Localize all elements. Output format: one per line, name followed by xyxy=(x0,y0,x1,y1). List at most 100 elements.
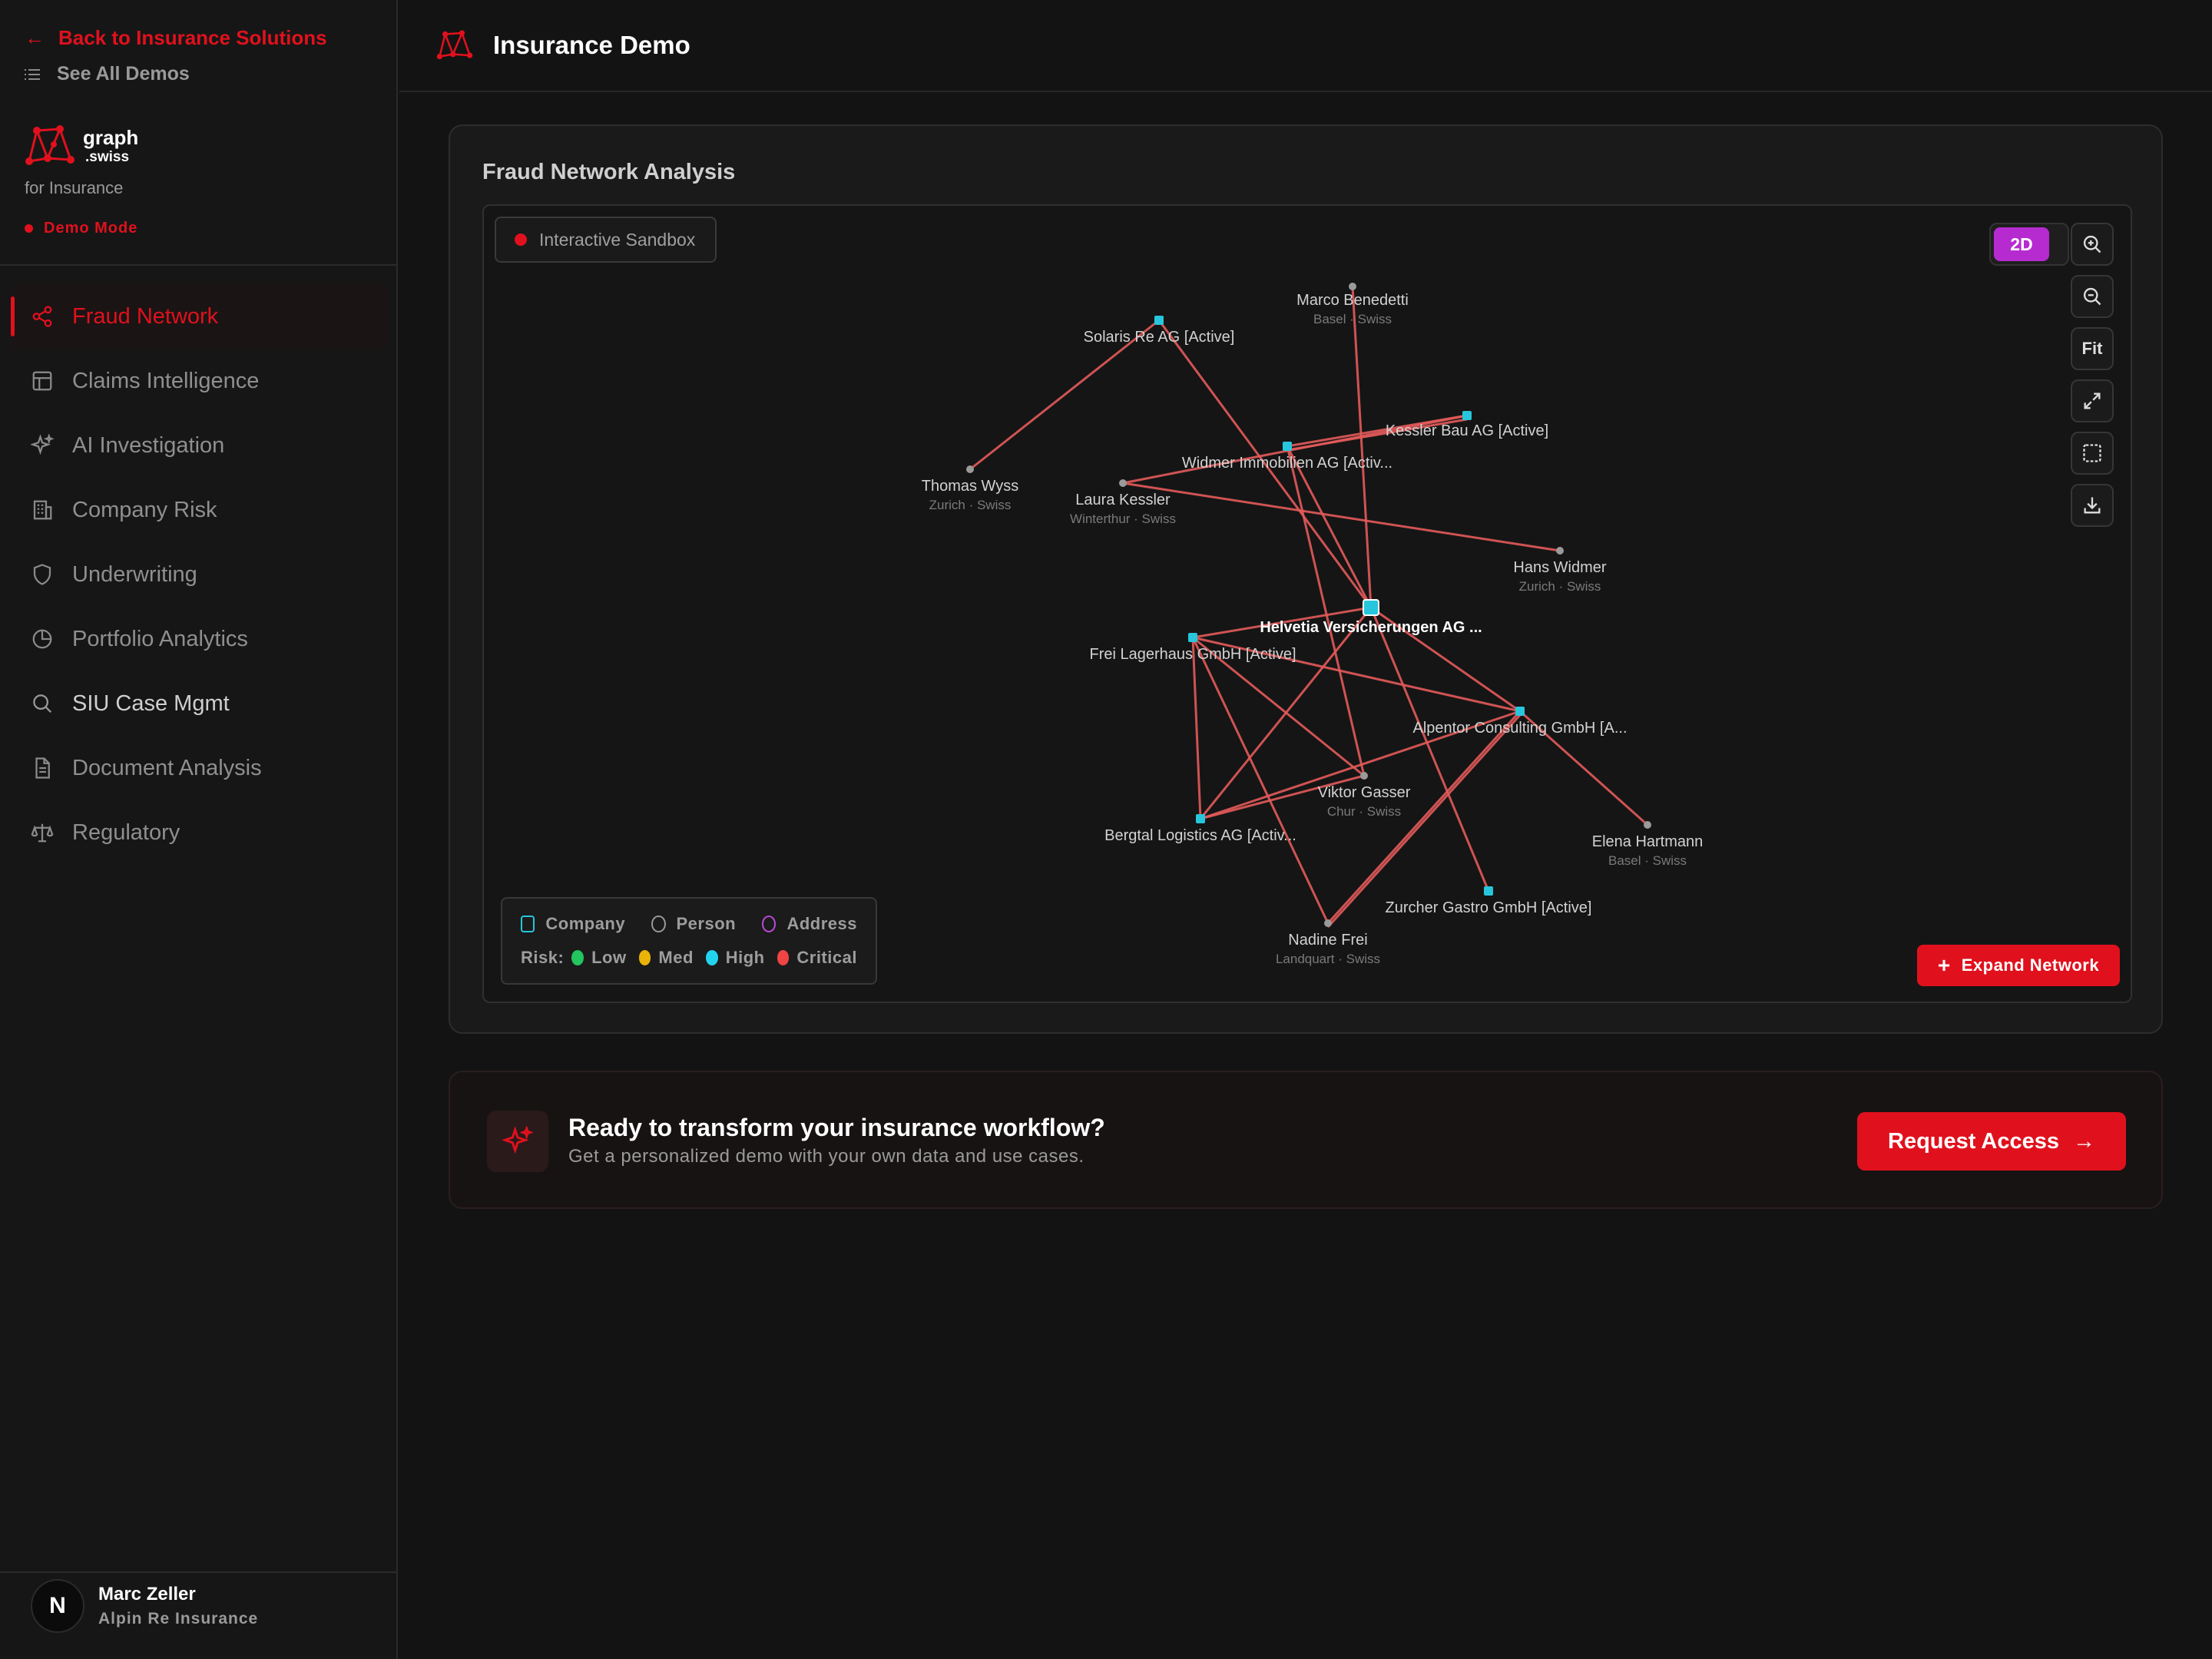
graph-node-alpentor[interactable]: Alpentor Consulting GmbH [A... xyxy=(1412,707,1628,737)
see-all-demos-link[interactable]: See All Demos xyxy=(25,63,190,85)
sidebar-item-label: Underwriting xyxy=(72,561,197,587)
card-title: Fraud Network Analysis xyxy=(482,160,736,184)
company-square-icon xyxy=(521,916,535,932)
expand-network-label: Expand Network xyxy=(1961,955,2100,975)
sidebar-item-label: Company Risk xyxy=(72,497,217,522)
graph-node-kessler-bau[interactable]: Kessler Bau AG [Active] xyxy=(1386,411,1548,439)
sidebar-item-portfolio-analytics[interactable]: Portfolio Analytics xyxy=(11,607,387,671)
graph-logo-icon xyxy=(25,125,75,165)
network-graph[interactable]: Marco Benedetti Basel · Swiss Solaris Re A… xyxy=(482,204,2132,1003)
graph-node-sublabel: Chur · Swiss xyxy=(1327,804,1401,819)
sidebar-item-label: Regulatory xyxy=(72,820,180,845)
graph-node-label: Marco Benedetti xyxy=(1296,292,1409,309)
demo-mode-badge: Demo Mode xyxy=(25,220,137,237)
company-node-shape xyxy=(1363,599,1379,616)
graph-node-thomas[interactable]: Thomas Wyss Zurich · Swiss xyxy=(922,465,1019,512)
zoom-in-button[interactable] xyxy=(2071,223,2114,266)
zoom-out-button[interactable] xyxy=(2071,275,2114,318)
back-to-solutions-link[interactable]: ← Back to Insurance Solutions xyxy=(25,26,327,50)
sidebar-item-siu-case-mgmt[interactable]: SIU Case Mgmt xyxy=(11,671,387,736)
user-name: Marc Zeller xyxy=(98,1584,196,1604)
view-mode-toggle[interactable]: 2D xyxy=(1989,223,2069,266)
brand-suffix: .swiss xyxy=(85,149,130,165)
select-area-button[interactable] xyxy=(2071,432,2114,475)
download-button[interactable] xyxy=(2071,484,2114,527)
graph-node-sublabel: Zurich · Swiss xyxy=(1519,579,1601,594)
person-node-shape xyxy=(966,465,974,473)
graph-node-sublabel: Basel · Swiss xyxy=(1608,853,1687,868)
sidebar-item-fraud-network[interactable]: Fraud Network xyxy=(11,284,387,349)
demo-mode-label: Demo Mode xyxy=(44,220,138,237)
company-node-shape xyxy=(1154,316,1164,325)
graph-edge xyxy=(1191,637,1202,820)
sidebar-item-company-risk[interactable]: Company Risk xyxy=(11,478,387,542)
selection-box-icon xyxy=(2083,444,2101,462)
sidebar-item-label: Portfolio Analytics xyxy=(72,626,248,651)
user-profile[interactable]: N Marc Zeller Alpin Re Insurance xyxy=(31,1579,258,1633)
graph-edge xyxy=(1369,607,1490,892)
graph-logo-icon xyxy=(436,30,473,60)
plus-icon: + xyxy=(1937,953,1951,977)
sidebar-item-regulatory[interactable]: Regulatory xyxy=(11,800,387,865)
expand-network-button[interactable]: + Expand Network xyxy=(1917,945,2120,986)
sidebar-item-underwriting[interactable]: Underwriting xyxy=(11,542,387,607)
request-access-label: Request Access xyxy=(1888,1128,2059,1154)
page-title: Insurance Demo xyxy=(493,31,690,59)
network-graph-canvas[interactable]: Marco Benedetti Basel · Swiss Solaris Re A… xyxy=(484,206,2132,1003)
cta-title: Ready to transform your insurance workfl… xyxy=(568,1114,1105,1141)
graph-edge xyxy=(1191,637,1330,924)
legend-risk-low: Low xyxy=(591,948,627,967)
graph-node-nadine[interactable]: Nadine Frei Landquart · Swiss xyxy=(1276,919,1380,966)
fit-button[interactable]: Fit xyxy=(2071,327,2114,370)
graph-node-frei[interactable]: Frei Lagerhaus GmbH [Active] xyxy=(1090,633,1296,663)
company-node-shape xyxy=(1484,886,1493,896)
graph-node-marco[interactable]: Marco Benedetti Basel · Swiss xyxy=(1296,283,1409,326)
graph-node-label: Bergtal Logistics AG [Activ... xyxy=(1104,827,1296,844)
graph-node-label: Laura Kessler xyxy=(1075,492,1171,508)
see-all-demos-label: See All Demos xyxy=(57,63,190,84)
graph-node-laura[interactable]: Laura Kessler Winterthur · Swiss xyxy=(1070,479,1176,526)
company-node-shape xyxy=(1515,707,1525,716)
graph-node-elena[interactable]: Elena Hartmann Basel · Swiss xyxy=(1592,821,1704,868)
graph-node-sublabel: Zurich · Swiss xyxy=(929,498,1012,512)
sidebar-item-ai-investigation[interactable]: AI Investigation xyxy=(11,413,387,478)
request-access-button[interactable]: Request Access → xyxy=(1857,1112,2126,1171)
status-dot-icon xyxy=(25,224,33,233)
graph-node-zurcher[interactable]: Zurcher Gastro GmbH [Active] xyxy=(1386,886,1592,916)
graph-node-label: Hans Widmer xyxy=(1513,559,1606,576)
sidebar-item-claims-intelligence[interactable]: Claims Intelligence xyxy=(11,349,387,413)
cta-banner: Ready to transform your insurance workfl… xyxy=(449,1071,2163,1209)
graph-node-label: Nadine Frei xyxy=(1288,932,1367,949)
graph-node-viktor[interactable]: Viktor Gasser Chur · Swiss xyxy=(1318,772,1411,819)
legend-address: Address xyxy=(786,914,858,933)
sandbox-label: Interactive Sandbox xyxy=(539,229,696,250)
graph-node-solaris[interactable]: Solaris Re AG [Active] xyxy=(1084,316,1235,346)
legend-risk-label: Risk: xyxy=(521,948,565,967)
status-dot-icon xyxy=(515,233,527,246)
person-node-shape xyxy=(1349,283,1356,290)
download-icon xyxy=(2084,497,2101,514)
view-2d-button[interactable]: 2D xyxy=(1994,227,2049,261)
sidebar-item-document-analysis[interactable]: Document Analysis xyxy=(11,736,387,800)
scale-icon xyxy=(31,823,54,843)
avatar: N xyxy=(31,1579,84,1633)
company-node-shape xyxy=(1283,442,1292,451)
graph-node-hans[interactable]: Hans Widmer Zurich · Swiss xyxy=(1513,547,1607,594)
graph-node-helvetia[interactable]: Helvetia Versicherungen AG ... xyxy=(1260,599,1482,636)
graph-node-label: Kessler Bau AG [Active] xyxy=(1386,422,1548,439)
sidebar-item-label: Document Analysis xyxy=(72,755,262,780)
sidebar-item-label: Fraud Network xyxy=(72,303,219,329)
brand-name: graph xyxy=(83,126,139,149)
legend-person: Person xyxy=(676,914,737,933)
sparkles-icon xyxy=(487,1111,548,1172)
graph-node-sublabel: Basel · Swiss xyxy=(1313,312,1392,326)
graph-node-label: Widmer Immobilien AG [Activ... xyxy=(1182,455,1392,472)
sparkles-icon xyxy=(31,434,54,455)
graph-node-label: Alpentor Consulting GmbH [A... xyxy=(1412,720,1627,737)
graph-node-bergtal[interactable]: Bergtal Logistics AG [Activ... xyxy=(1104,814,1296,844)
legend-risk-high: High xyxy=(725,948,765,967)
fullscreen-button[interactable] xyxy=(2071,379,2114,422)
graph-edge xyxy=(1351,286,1373,608)
address-circle-icon xyxy=(762,916,777,932)
building-icon xyxy=(33,500,52,520)
